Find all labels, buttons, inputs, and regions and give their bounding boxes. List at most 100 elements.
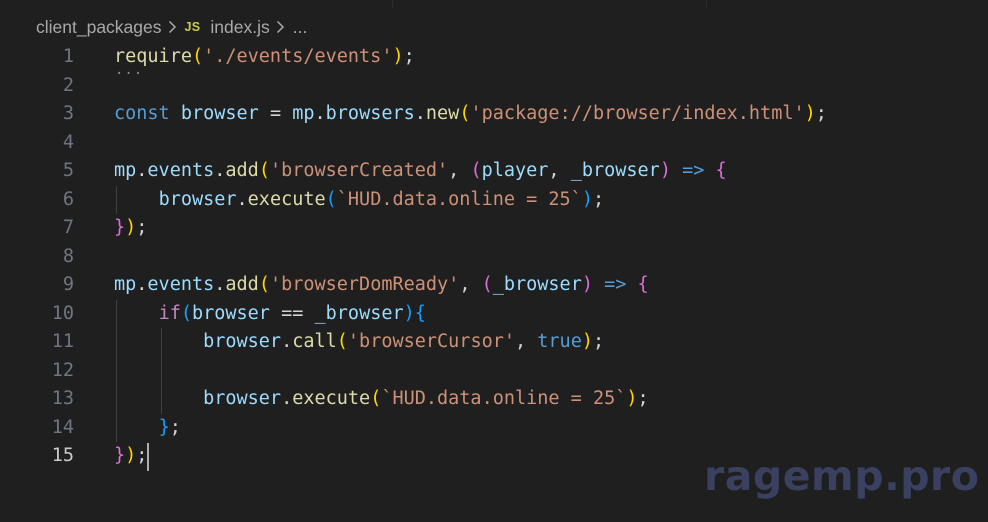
code-line[interactable]: 7}); [0, 214, 988, 242]
code-line[interactable]: 3 const browser = mp.browsers.new('packag… [0, 100, 988, 128]
code-text: }; [114, 414, 181, 442]
code-token: ) [403, 302, 415, 324]
line-number: 12 [51, 359, 74, 381]
code-token: ) [804, 103, 816, 124]
code-token: execute [292, 388, 371, 409]
line-number: 8 [62, 245, 74, 267]
line-number: 15 [51, 445, 74, 466]
code-token: events [147, 160, 215, 181]
code-line[interactable]: 14 }; [0, 414, 988, 442]
code-line[interactable]: 2 [0, 72, 988, 100]
code-token: ; [592, 188, 605, 210]
code-line[interactable]: 11 browser.call('browserCursor', true); [0, 328, 988, 356]
code-text: browser.execute(`HUD.data.online = 25`); [114, 186, 605, 214]
code-token: ) [581, 188, 593, 210]
code-token: ( [180, 302, 192, 324]
code-token: _browser [570, 160, 660, 181]
line-number: 14 [51, 416, 74, 438]
code-token: browser [191, 302, 270, 324]
code-token: ; [637, 388, 649, 409]
code-token: ( [481, 274, 493, 295]
line-number: 6 [62, 188, 74, 210]
code-token: , [459, 274, 482, 295]
code-text: browser.call('browserCursor', true); [114, 328, 604, 356]
code-token: execute [247, 188, 326, 210]
code-line[interactable]: 4 [0, 129, 988, 157]
code-token: mp [114, 160, 137, 181]
code-token: ; [403, 46, 415, 67]
code-token: ; [136, 445, 148, 466]
code-token: _browser [492, 274, 582, 295]
code-token: browser [203, 388, 282, 409]
code-line[interactable]: 5 mp.events.add('browserCreated', (player… [0, 157, 988, 185]
code-token: ( [370, 388, 382, 409]
code-token: . [281, 331, 293, 352]
code-text: mp.events.add('browserCreated', (player,… [114, 157, 727, 185]
line-number: 2 [62, 74, 74, 96]
javascript-file-icon: JS [184, 20, 201, 34]
breadcrumb: client_packages JS index.js ... [36, 14, 307, 40]
code-line[interactable]: 6 browser.execute(`HUD.data.online = 25`… [0, 186, 988, 214]
code-token: './events/events' [203, 46, 393, 67]
code-token: { [715, 160, 727, 181]
code-token: true [537, 331, 582, 352]
code-token: . [236, 188, 248, 210]
code-text: mp.events.add('browserDomReady', (_brows… [114, 271, 649, 299]
code-token: ; [136, 217, 148, 238]
code-text: }); [114, 442, 147, 470]
code-token: ; [592, 331, 605, 352]
code-token: 'package://browser/index.html' [470, 103, 805, 124]
code-token: => [682, 160, 705, 181]
breadcrumb-symbols[interactable]: ... [293, 17, 308, 38]
code-token: . [136, 160, 148, 181]
code-line[interactable]: 12 [0, 357, 988, 385]
code-token: 'browserDomReady' [269, 274, 460, 295]
code-token: `HUD.data.online = 25` [336, 188, 582, 210]
tab-divider [392, 0, 393, 9]
code-token: player [481, 160, 549, 181]
code-token: if [158, 302, 181, 324]
line-number: 9 [62, 274, 74, 295]
code-token: } [114, 445, 126, 466]
tab-divider [706, 0, 707, 9]
code-token: ( [336, 331, 348, 352]
code-token: } [158, 416, 170, 438]
code-token: ( [325, 188, 337, 210]
line-number: 5 [62, 160, 74, 181]
breadcrumb-folder[interactable]: client_packages [36, 17, 162, 38]
line-number: 1 [62, 46, 74, 67]
line-number: 3 [62, 103, 74, 124]
code-text: if(browser == _browser){ [114, 300, 426, 328]
code-token: . [281, 388, 293, 409]
code-token: add [225, 160, 259, 181]
code-token: ; [815, 103, 827, 124]
tab-strip-remnant [0, 0, 988, 9]
code-line[interactable]: 8 [0, 243, 988, 271]
code-token: ) [125, 445, 137, 466]
code-token: . [414, 103, 426, 124]
code-token: . [136, 274, 148, 295]
code-token: ) [581, 331, 593, 352]
code-line[interactable]: 1 require('./events/events'); [0, 43, 988, 71]
code-token: { [637, 274, 649, 295]
code-token: events [147, 274, 215, 295]
code-token: = [258, 103, 293, 124]
breadcrumb-file[interactable]: index.js [210, 17, 269, 38]
code-token: browser [158, 188, 237, 210]
code-token: `HUD.data.online = 25` [381, 388, 627, 409]
code-line[interactable]: 13 browser.execute(`HUD.data.online = 25… [0, 385, 988, 413]
code-line[interactable]: 9 mp.events.add('browserDomReady', (_brow… [0, 271, 988, 299]
code-token: ) [125, 217, 137, 238]
code-text: require('./events/events'); [114, 43, 415, 71]
code-token: browser [203, 331, 282, 352]
code-token: , [515, 331, 538, 352]
code-token: . [214, 160, 226, 181]
code-token: ( [258, 160, 270, 181]
line-number: 11 [51, 331, 74, 352]
code-line[interactable]: 10 if(browser == _browser){ [0, 300, 988, 328]
